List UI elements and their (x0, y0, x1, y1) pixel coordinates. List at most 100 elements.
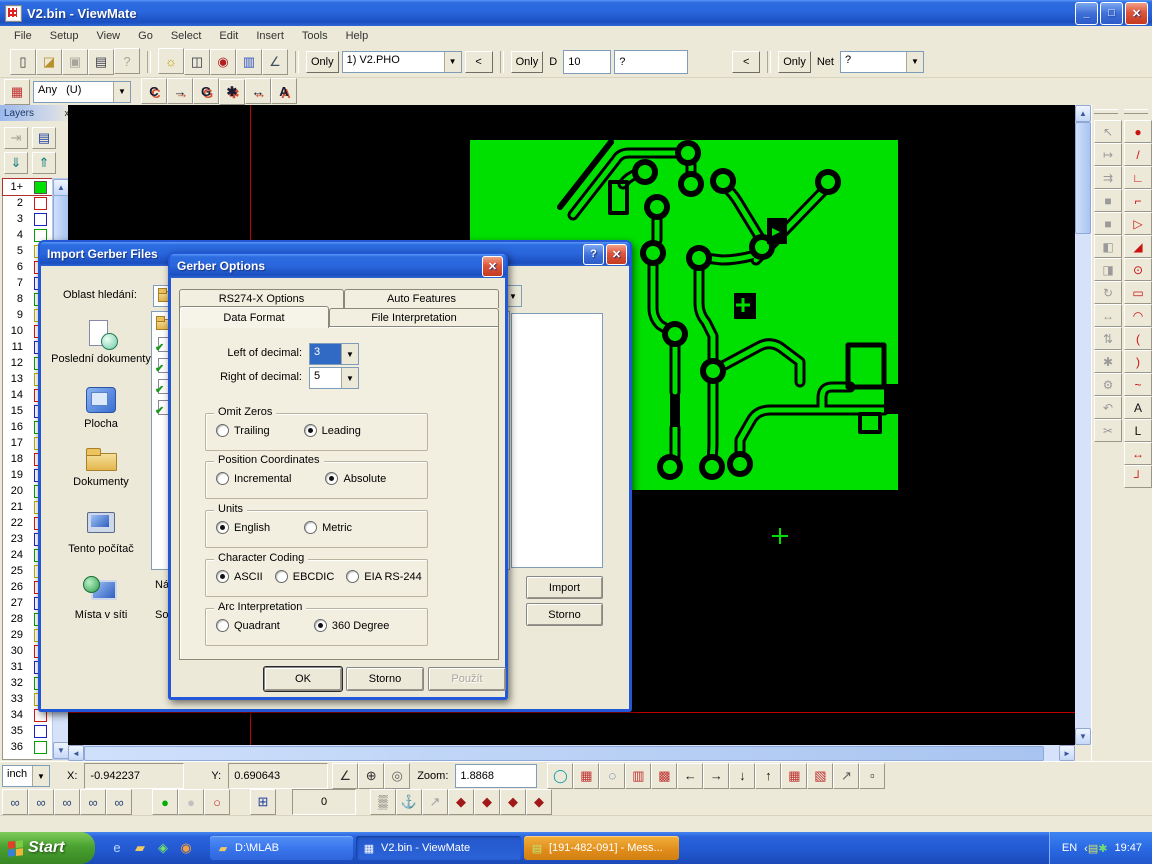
only-net-button[interactable]: Only (778, 51, 811, 73)
selection-grid-icon[interactable]: ▦ (4, 79, 30, 105)
reorder-icon[interactable]: ⇅ (1094, 327, 1122, 350)
menu-edit[interactable]: Edit (211, 28, 246, 44)
flash-style4-icon[interactable]: ◆ (526, 789, 552, 815)
trace-filter-button[interactable]: → (167, 78, 193, 104)
layer-row-35[interactable]: 35 (3, 723, 53, 739)
menu-view[interactable]: View (88, 28, 128, 44)
copy-items-icon[interactable]: ⇉ (1094, 166, 1122, 189)
menu-select[interactable]: Select (163, 28, 210, 44)
polyline-tool[interactable]: ∟ (1124, 166, 1152, 189)
radio-quadrant[interactable]: Quadrant (216, 619, 280, 632)
menu-file[interactable]: File (6, 28, 40, 44)
panes-icon[interactable]: ⊞ (250, 789, 276, 815)
menu-insert[interactable]: Insert (248, 28, 292, 44)
ie-icon[interactable]: e (109, 840, 125, 856)
layer-color-swatch[interactable] (34, 725, 47, 738)
curve-left-tool[interactable]: ( (1124, 327, 1152, 350)
radio-icon[interactable] (216, 424, 229, 437)
flash-highlight-icon[interactable]: ☼ (158, 48, 184, 74)
chevron-down-icon[interactable]: ▼ (906, 52, 923, 72)
language-indicator[interactable]: EN (1062, 842, 1077, 854)
place-desktop[interactable]: Plocha (51, 385, 151, 430)
curve-right-tool[interactable]: ) (1124, 350, 1152, 373)
chevron-down-icon[interactable]: ▼ (341, 368, 358, 388)
zoom-input[interactable]: 1.8868 (455, 764, 537, 788)
tab-data-format[interactable]: Data Format (179, 306, 329, 328)
radio-icon[interactable] (314, 619, 327, 632)
radio-absolute[interactable]: Absolute (325, 472, 386, 485)
grid-move-icon[interactable]: ▧ (807, 763, 833, 789)
undo-icon[interactable]: ↶ (1094, 396, 1122, 419)
net-highlight-icon[interactable]: ◉ (210, 49, 236, 75)
layer-down-button[interactable]: ⇓ (4, 152, 28, 174)
place-network[interactable]: Místa v síti (51, 576, 151, 621)
tab-auto-features[interactable]: Auto Features (344, 289, 499, 308)
layer-row-36[interactable]: 36 (3, 739, 53, 755)
scroll-down-icon[interactable]: ▼ (53, 742, 69, 759)
chevron-down-icon[interactable]: ▼ (32, 766, 49, 786)
cut-icon[interactable]: ✂ (1094, 419, 1122, 442)
target-icon[interactable]: ⊕ (358, 763, 384, 789)
radio-icon[interactable] (275, 570, 288, 583)
menu-tools[interactable]: Tools (294, 28, 336, 44)
right-of-decimal-combo[interactable]: 5 ▼ (309, 367, 359, 389)
maximize-button[interactable]: □ (1100, 2, 1123, 25)
help-button[interactable]: ? (583, 244, 604, 265)
marquee-icon[interactable]: ▫ (859, 763, 885, 789)
dot-grid-icon[interactable]: ▒ (370, 789, 396, 815)
radio-icon[interactable] (346, 570, 359, 583)
triangle-tool[interactable]: ◢ (1124, 235, 1152, 258)
only-dcode-button[interactable]: Only (511, 51, 544, 73)
only-layer-button[interactable]: Only (306, 51, 339, 73)
bulb-on-icon[interactable]: ● (152, 789, 178, 815)
text-tool[interactable]: A (1124, 396, 1152, 419)
spline-tool[interactable]: ~ (1124, 373, 1152, 396)
pad-filter-button[interactable]: ↔ (245, 78, 271, 104)
flash-style3-icon[interactable]: ◆ (500, 789, 526, 815)
settings-gear-icon[interactable]: ⚙ (1094, 373, 1122, 396)
unit-combo[interactable]: inch ▼ (2, 765, 50, 787)
chevron-down-icon[interactable]: ▼ (113, 82, 130, 102)
label-tool[interactable]: L (1124, 419, 1152, 442)
radio-ascii[interactable]: ASCII (216, 570, 263, 583)
radio-metric[interactable]: Metric (304, 521, 352, 534)
minimize-button[interactable]: _ (1075, 2, 1098, 25)
aperture-list-icon[interactable]: ◫ (184, 49, 210, 75)
import-cancel-button[interactable]: Storno (526, 603, 603, 626)
rectangle-tool[interactable]: ▭ (1124, 281, 1152, 304)
rotate-icon[interactable]: ↻ (1094, 281, 1122, 304)
place-recent[interactable]: Poslední dokumenty (51, 320, 151, 365)
apply-button[interactable]: Použít (428, 667, 506, 691)
view-layers-icon[interactable]: ∞ (28, 789, 54, 815)
pan-down-icon[interactable]: ↓ (729, 763, 755, 789)
arc-point-tool[interactable]: ▷ (1124, 212, 1152, 235)
prev-dcode-button[interactable]: < (732, 51, 760, 73)
flash-style1-icon[interactable]: ◆ (448, 789, 474, 815)
notes-icon[interactable]: ◈ (155, 840, 171, 856)
save-icon[interactable]: ▣ (62, 49, 88, 75)
mirror-v-icon[interactable]: ◨ (1094, 258, 1122, 281)
close-button[interactable]: ✕ (1125, 2, 1148, 25)
radio-icon[interactable] (216, 570, 229, 583)
task-1[interactable]: ▰D:\MLAB (210, 836, 353, 860)
layer-row-1+[interactable]: 1+ (3, 179, 53, 195)
radio-360-degree[interactable]: 360 Degree (314, 619, 390, 632)
mirror-h-icon[interactable]: ◧ (1094, 235, 1122, 258)
flash-filter-button[interactable]: ✱ (219, 79, 245, 105)
print-icon[interactable]: ▤ (88, 49, 114, 75)
horizontal-scrollbar[interactable]: ◄ ► (68, 745, 1075, 761)
menu-setup[interactable]: Setup (42, 28, 87, 44)
dimension-tool[interactable]: ↔ (1124, 442, 1152, 465)
swap-icon[interactable]: ↔ (1094, 304, 1122, 327)
corner-tool[interactable]: ⌐ (1124, 189, 1152, 212)
zoom-select-icon[interactable]: ◌ (599, 763, 625, 789)
measure-icon[interactable]: ∠ (262, 49, 288, 75)
elbow-tool[interactable]: ┘ (1124, 465, 1152, 488)
chevron-down-icon[interactable]: ▼ (341, 344, 358, 364)
menu-go[interactable]: Go (130, 28, 161, 44)
select-cursor-icon[interactable]: ↖ (1094, 120, 1122, 143)
grid-full-icon[interactable]: ▩ (651, 763, 677, 789)
dock-layer-button[interactable]: ⇥ (4, 127, 28, 149)
bulb-outline-icon[interactable]: ○ (204, 789, 230, 815)
radio-icon[interactable] (304, 521, 317, 534)
